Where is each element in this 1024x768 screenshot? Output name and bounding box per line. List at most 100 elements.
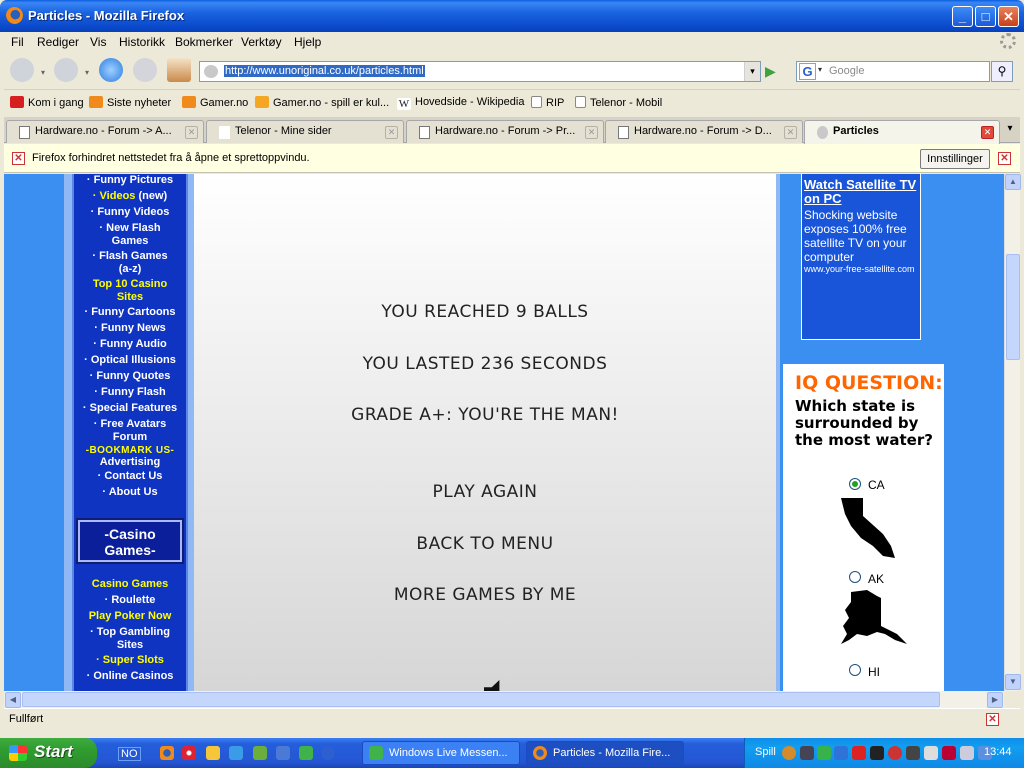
forward-dropdown-icon[interactable]: ▾ xyxy=(85,68,89,77)
tray-shield-icon[interactable] xyxy=(942,746,956,760)
bookmark-item[interactable]: W Hovedside - Wikipedia xyxy=(397,96,524,110)
bookmark-item[interactable]: Gamer.no - spill er kul... xyxy=(255,96,389,109)
maximize-button[interactable]: □ xyxy=(975,6,996,27)
opera-quicklaunch-icon[interactable] xyxy=(182,746,196,760)
tab-close-icon[interactable]: ✕ xyxy=(385,126,398,139)
nav-link[interactable]: · About Us xyxy=(74,486,186,499)
nav-link[interactable]: · Optical Illusions xyxy=(74,354,186,367)
tab-list-icon[interactable]: ▾ xyxy=(1003,123,1017,134)
tab-active[interactable]: Particles ✕ xyxy=(804,120,1000,144)
scroll-up-icon[interactable]: ▲ xyxy=(1005,174,1021,190)
taskbar-item-active[interactable]: Particles - Mozilla Fire... xyxy=(526,741,684,765)
settings-button[interactable]: Innstillinger xyxy=(920,149,990,169)
tab[interactable]: Telenor - Mine sider ✕ xyxy=(206,120,404,143)
tab-close-icon[interactable]: ✕ xyxy=(585,126,598,139)
nav-link[interactable]: · Funny Cartoons xyxy=(74,306,186,319)
tray-label[interactable]: Spill xyxy=(755,746,776,758)
casino-games-box[interactable]: -Casino Games- xyxy=(76,518,184,564)
tab[interactable]: Hardware.no - Forum -> A... ✕ xyxy=(6,120,204,143)
more-games-button[interactable]: MORE GAMES BY ME xyxy=(194,585,776,605)
casino-link[interactable]: Casino Games xyxy=(74,578,186,591)
play-again-button[interactable]: PLAY AGAIN xyxy=(194,482,776,502)
search-bar[interactable]: G ▾ Google xyxy=(796,61,990,82)
firefox-quicklaunch-icon[interactable] xyxy=(160,746,174,760)
nav-link[interactable]: · Funny Pictures xyxy=(74,174,186,187)
media-player-quicklaunch-icon[interactable] xyxy=(321,746,335,760)
nav-link[interactable]: · Funny Audio xyxy=(74,338,186,351)
bookmark-item[interactable]: Gamer.no xyxy=(182,96,248,109)
tab[interactable]: Hardware.no - Forum -> Pr... ✕ xyxy=(406,120,604,143)
home-icon[interactable] xyxy=(167,58,191,82)
folder-quicklaunch-icon[interactable] xyxy=(206,746,220,760)
language-indicator[interactable]: NO xyxy=(118,747,141,761)
tray-ati-icon[interactable] xyxy=(852,746,866,760)
app-quicklaunch-icon[interactable] xyxy=(276,746,290,760)
menu-tools[interactable]: Verktøy xyxy=(241,35,282,49)
google-engine-icon[interactable]: G xyxy=(799,63,816,80)
back-icon[interactable] xyxy=(10,58,34,82)
start-button[interactable]: Start xyxy=(0,738,97,768)
bookmark-item[interactable]: Telenor - Mobil xyxy=(575,96,662,109)
title-bar[interactable]: Particles - Mozilla Firefox _ □ ✕ xyxy=(0,0,1024,32)
app-quicklaunch-icon[interactable] xyxy=(253,746,267,760)
nav-link[interactable]: · Funny Flash xyxy=(74,386,186,399)
tray-app-icon[interactable] xyxy=(800,746,814,760)
iq-question-ad[interactable]: IQ QUESTION: Which state is surrounded b… xyxy=(783,364,944,691)
menu-edit[interactable]: Rediger xyxy=(37,35,79,49)
scroll-right-icon[interactable]: ▶ xyxy=(987,692,1003,708)
casino-link[interactable]: · Top Gambling Sites xyxy=(74,626,186,652)
nav-link[interactable]: · Special Features xyxy=(74,402,186,415)
vertical-scrollbar[interactable]: ▲ ▼ xyxy=(1004,174,1021,691)
go-arrow-icon[interactable]: ▶ xyxy=(765,63,783,81)
satellite-ad[interactable]: Watch Satellite TV on PC Shocking websit… xyxy=(801,174,921,340)
bookmark-item[interactable]: Siste nyheter xyxy=(89,96,171,109)
nav-link[interactable]: Advertising xyxy=(74,456,186,469)
notification-close-icon[interactable]: ✕ xyxy=(998,152,1011,165)
taskbar-item[interactable]: Windows Live Messen... xyxy=(362,741,520,765)
tab-close-icon[interactable]: ✕ xyxy=(784,126,797,139)
back-to-menu-button[interactable]: BACK TO MENU xyxy=(194,534,776,554)
horizontal-scrollbar[interactable]: ◀ ▶ xyxy=(4,691,1004,708)
menu-bookmarks[interactable]: Bokmerker xyxy=(175,35,233,49)
tray-app-icon[interactable] xyxy=(870,746,884,760)
nav-link[interactable]: · Contact Us xyxy=(74,470,186,483)
minimize-button[interactable]: _ xyxy=(952,6,973,27)
url-history-dropdown-icon[interactable]: ▾ xyxy=(744,62,760,81)
sound-icon[interactable] xyxy=(484,680,500,691)
ie-quicklaunch-icon[interactable] xyxy=(229,746,243,760)
tab-close-icon[interactable]: ✕ xyxy=(981,126,994,139)
menu-file[interactable]: Fil xyxy=(11,35,24,49)
option-ca-radio[interactable] xyxy=(849,478,861,490)
reload-icon[interactable] xyxy=(99,58,123,82)
vertical-scroll-thumb[interactable] xyxy=(1006,254,1020,360)
tab-close-icon[interactable]: ✕ xyxy=(185,126,198,139)
tab[interactable]: Hardware.no - Forum -> D... ✕ xyxy=(605,120,803,143)
ad-title[interactable]: Watch Satellite TV on PC xyxy=(804,178,922,206)
ad-url[interactable]: www.your-free-satellite.com xyxy=(804,264,922,274)
casino-link[interactable]: Play Poker Now xyxy=(74,610,186,623)
tray-app-icon[interactable] xyxy=(924,746,938,760)
engine-dropdown-icon[interactable]: ▾ xyxy=(818,65,822,74)
popup-blocked-status-icon[interactable]: ✕ xyxy=(986,713,999,726)
messenger-quicklaunch-icon[interactable] xyxy=(299,746,313,760)
close-button[interactable]: ✕ xyxy=(998,6,1019,27)
tray-expand-icon[interactable] xyxy=(782,746,796,760)
tray-app-icon[interactable] xyxy=(834,746,848,760)
bookmark-item[interactable]: RIP xyxy=(531,96,564,109)
tray-messenger-icon[interactable] xyxy=(817,746,831,760)
search-placeholder[interactable]: Google xyxy=(829,65,864,77)
nav-link[interactable]: · New Flash Games xyxy=(74,222,186,248)
game-canvas[interactable]: YOU REACHED 9 BALLS YOU LASTED 236 SECON… xyxy=(194,174,776,691)
nav-link[interactable]: · Free Avatars Forum xyxy=(74,418,186,444)
bookmark-item[interactable]: Kom i gang xyxy=(10,96,84,109)
nav-link[interactable]: · Funny Quotes xyxy=(74,370,186,383)
horizontal-scroll-thumb[interactable] xyxy=(22,692,940,707)
casino-link[interactable]: · Super Slots xyxy=(74,654,186,667)
nav-link[interactable]: Top 10 Casino Sites xyxy=(74,278,186,304)
nav-link[interactable]: · Videos (new) xyxy=(74,190,186,203)
tray-app-icon[interactable] xyxy=(888,746,902,760)
forward-icon[interactable] xyxy=(54,58,78,82)
scroll-left-icon[interactable]: ◀ xyxy=(5,692,21,708)
url-text[interactable]: http://www.unoriginal.co.uk/particles.ht… xyxy=(224,65,425,77)
casino-link[interactable]: · Online Casinos xyxy=(74,670,186,683)
